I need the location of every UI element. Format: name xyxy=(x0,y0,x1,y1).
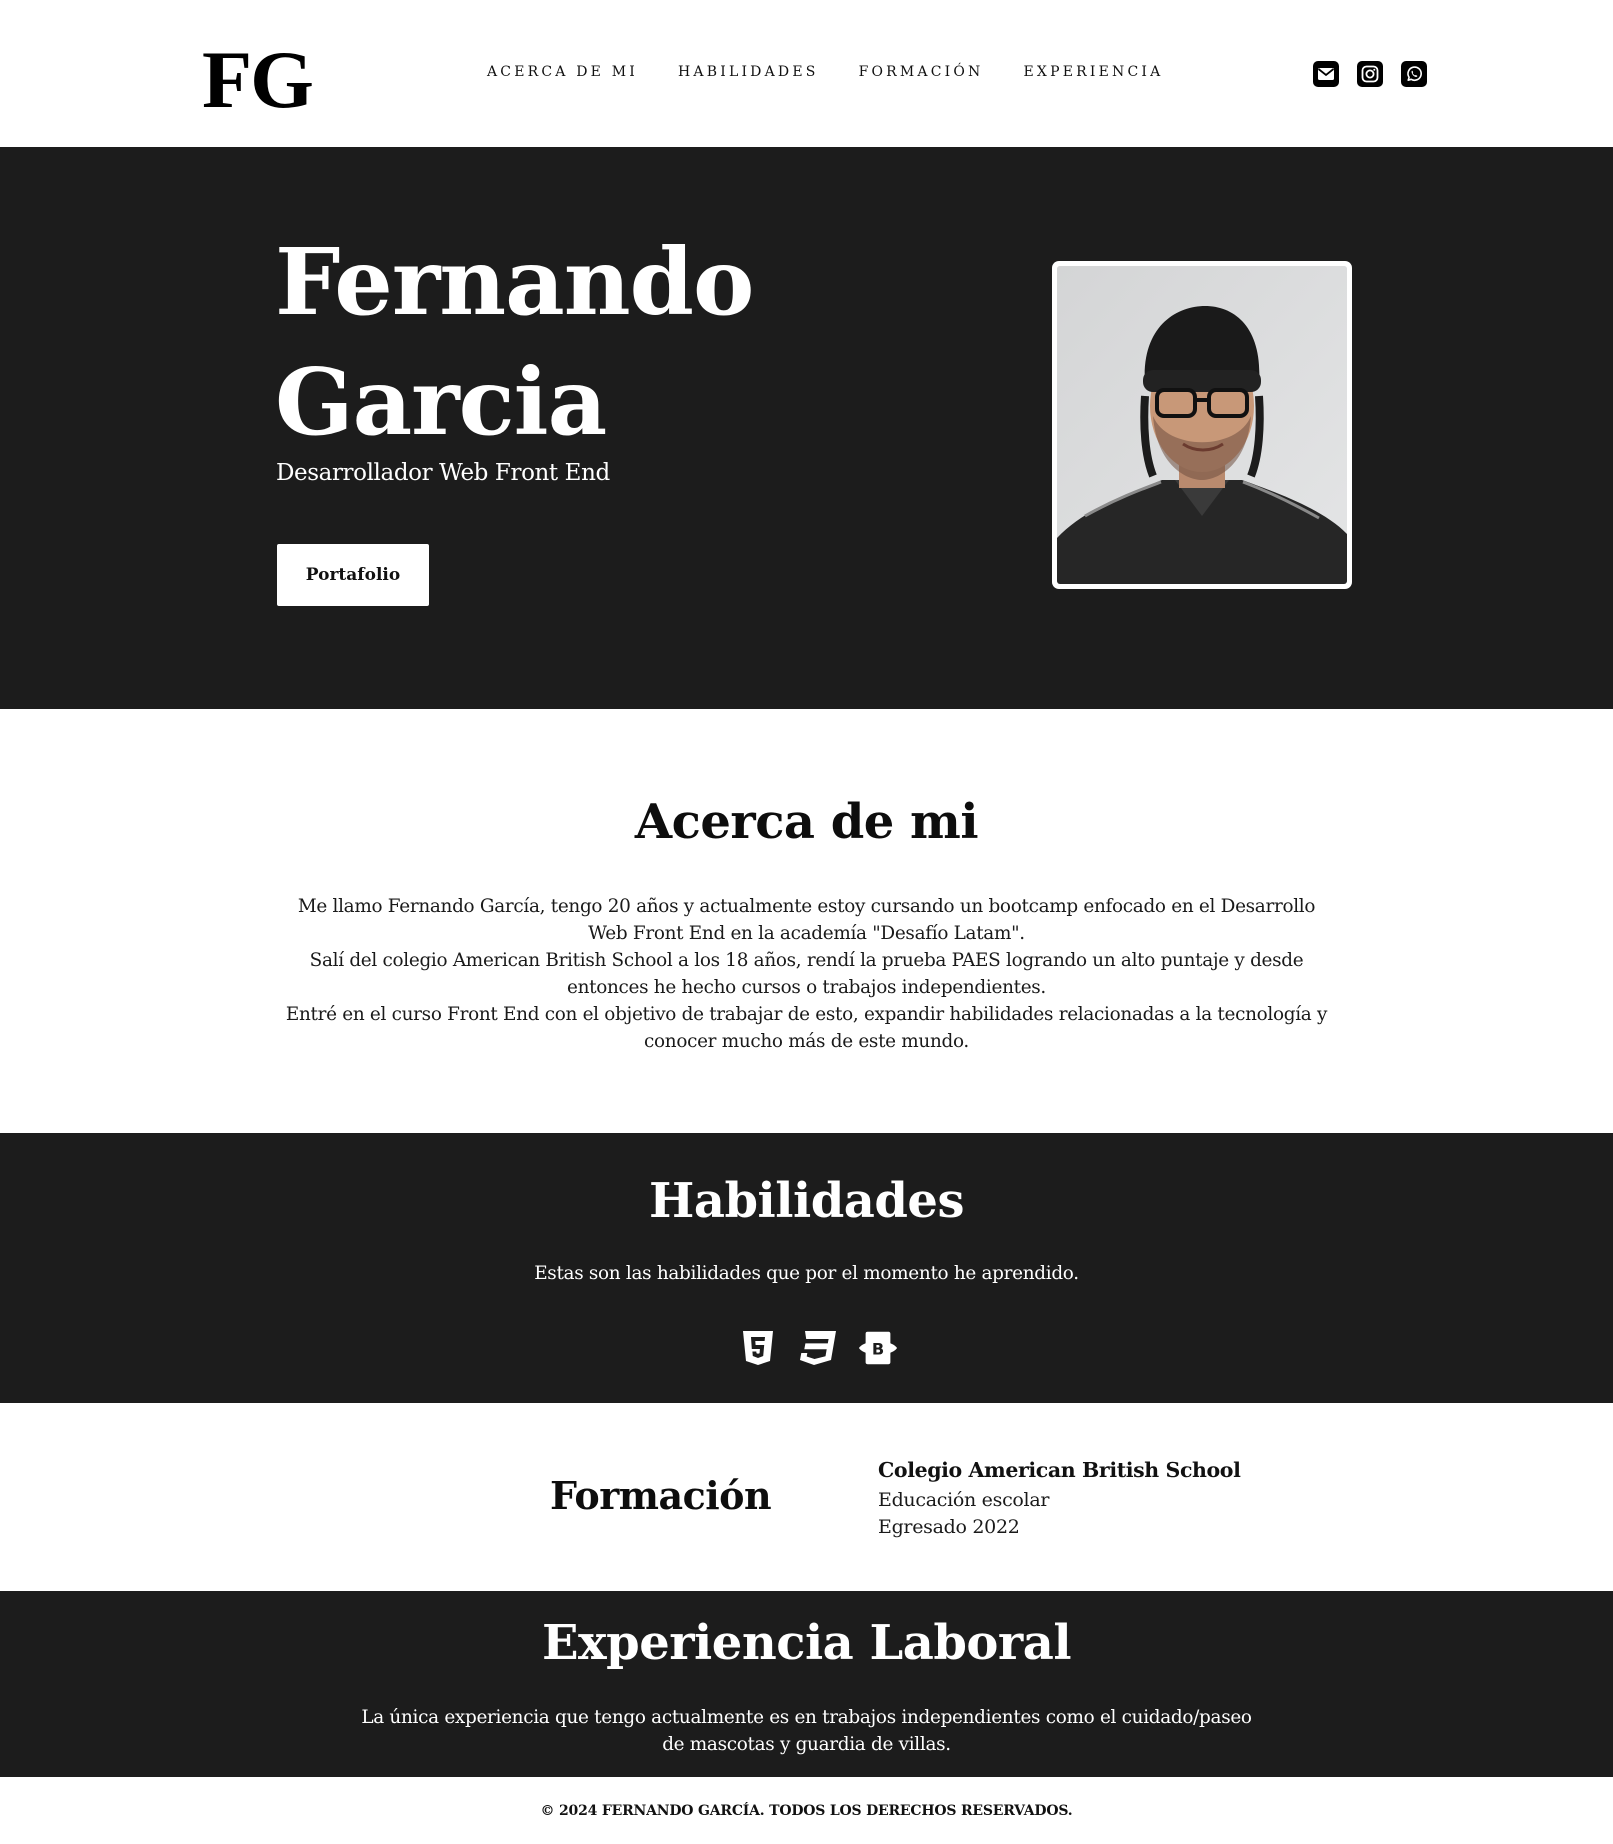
about-section: Acerca de mi Me llamo Fernando García, t… xyxy=(0,709,1613,1133)
instagram-icon[interactable] xyxy=(1357,61,1383,87)
hero-section: Fernando Garcia Desarrollador Web Front … xyxy=(0,147,1613,709)
formation-section: Formación Colegio American British Schoo… xyxy=(0,1403,1613,1591)
site-footer: © 2024 FERNANDO GARCÍA. TODOS LOS DERECH… xyxy=(0,1777,1613,1844)
html5-icon xyxy=(738,1328,778,1368)
skill-icons: B xyxy=(738,1328,898,1368)
hero-role: Desarrollador Web Front End xyxy=(276,460,610,486)
bootstrap-icon: B xyxy=(858,1328,898,1368)
hero-last-name: Garcia xyxy=(275,348,607,456)
svg-text:B: B xyxy=(872,1340,884,1359)
formation-school: Colegio American British School xyxy=(878,1458,1241,1482)
main-nav: ACERCA DE MI HABILIDADES FORMACIÓN EXPER… xyxy=(487,64,1203,80)
profile-photo xyxy=(1057,266,1347,584)
formation-title: Formación xyxy=(550,1473,772,1518)
mail-icon[interactable] xyxy=(1313,61,1339,87)
skills-text: Estas son las habilidades que por el mom… xyxy=(534,1263,1079,1284)
about-paragraph: Me llamo Fernando García, tengo 20 años … xyxy=(297,896,1316,944)
experience-text: La única experiencia que tengo actualmen… xyxy=(361,1707,1252,1755)
portfolio-button[interactable]: Portafolio xyxy=(277,544,429,606)
copyright-text: © 2024 FERNANDO GARCÍA. TODOS LOS DERECH… xyxy=(540,1803,1073,1819)
hero-first-name: Fernando xyxy=(275,228,754,336)
nav-link-formation[interactable]: FORMACIÓN xyxy=(859,64,984,80)
nav-link-about[interactable]: ACERCA DE MI xyxy=(487,64,638,80)
experience-title: Experiencia Laboral xyxy=(541,1615,1072,1671)
skills-title: Habilidades xyxy=(648,1173,965,1229)
hero-name: Fernando Garcia xyxy=(275,222,875,462)
skills-section: Habilidades Estas son las habilidades qu… xyxy=(0,1133,1613,1403)
site-logo[interactable]: FG xyxy=(202,34,314,126)
about-paragraph: Entré en el curso Front End con el objet… xyxy=(285,1004,1328,1052)
css3-icon xyxy=(798,1328,838,1368)
experience-section: Experiencia Laboral La única experiencia… xyxy=(0,1591,1613,1777)
formation-level: Educación escolar xyxy=(878,1489,1050,1511)
nav-link-experience[interactable]: EXPERIENCIA xyxy=(1024,64,1164,80)
about-paragraph: Salí del colegio American British School… xyxy=(309,950,1304,998)
nav-link-skills[interactable]: HABILIDADES xyxy=(678,64,819,80)
site-header: FG ACERCA DE MI HABILIDADES FORMACIÓN EX… xyxy=(0,0,1613,147)
about-text: Me llamo Fernando García, tengo 20 años … xyxy=(280,893,1333,1055)
formation-graduated: Egresado 2022 xyxy=(878,1516,1020,1538)
whatsapp-icon[interactable] xyxy=(1401,61,1427,87)
about-title: Acerca de mi xyxy=(634,794,979,850)
social-links xyxy=(1313,61,1427,87)
profile-photo-frame xyxy=(1052,261,1352,589)
